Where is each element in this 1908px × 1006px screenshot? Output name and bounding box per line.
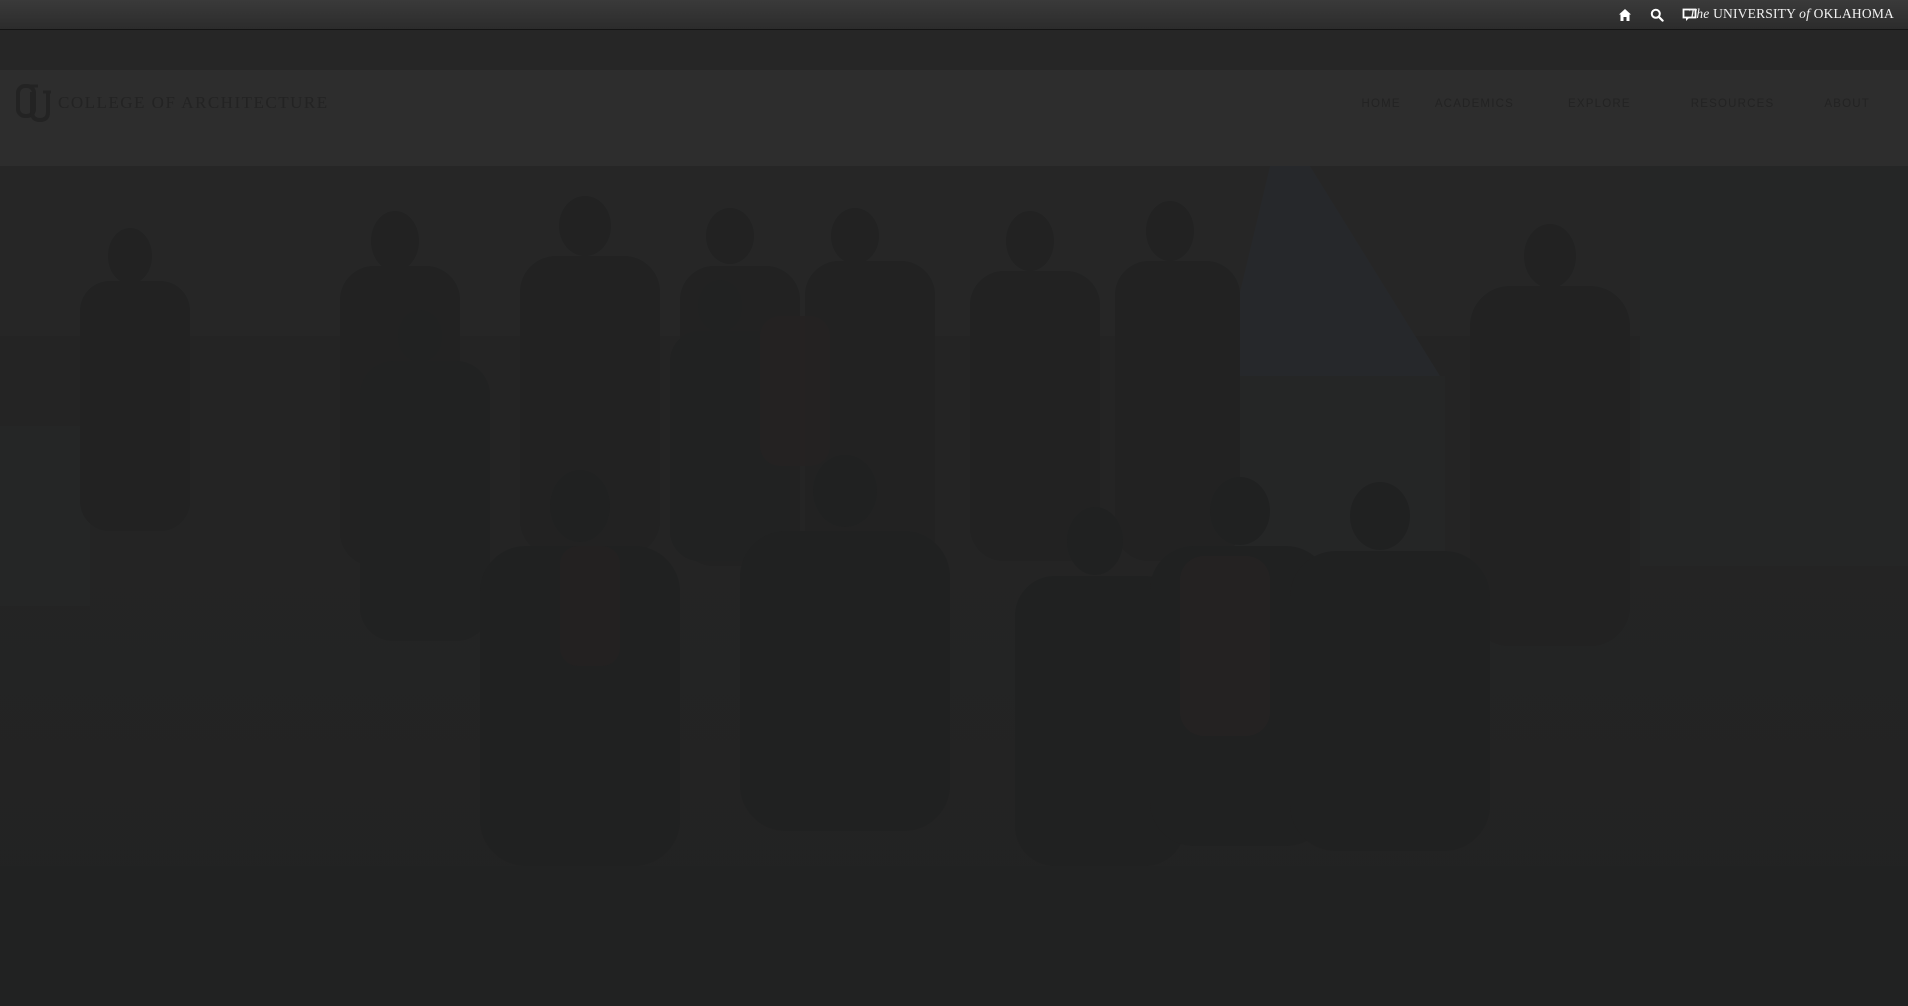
brand-the: The xyxy=(1688,6,1710,21)
home-icon[interactable] xyxy=(1616,6,1634,24)
hero-group-photo xyxy=(0,166,1908,1006)
search-icon[interactable] xyxy=(1648,6,1666,24)
site-title[interactable]: COLLEGE OF ARCHITECTURE xyxy=(58,93,329,113)
university-of-oklahoma-link[interactable]: The UNIVERSITY of OKLAHOMA xyxy=(1689,6,1894,22)
nav-about[interactable]: ABOUT xyxy=(1824,98,1870,110)
site-header: COLLEGE OF ARCHITECTURE HOME ACADEMICS E… xyxy=(0,70,1908,166)
ou-logo-icon[interactable] xyxy=(16,82,52,124)
nav-resources[interactable]: RESOURCES xyxy=(1691,98,1775,110)
nav-home[interactable]: HOME xyxy=(1362,98,1401,110)
utility-icons xyxy=(1616,6,1698,24)
brand-state: OKLAHOMA xyxy=(1813,6,1894,21)
hero-dark-overlay xyxy=(0,166,1908,1006)
utility-bar: The UNIVERSITY of OKLAHOMA xyxy=(0,0,1908,30)
brand-university: UNIVERSITY xyxy=(1713,6,1796,21)
nav-explore[interactable]: EXPLORE xyxy=(1568,98,1631,110)
header-spacer xyxy=(0,30,1908,70)
main-nav: HOME ACADEMICS EXPLORE RESOURCES ABOUT xyxy=(1362,98,1871,110)
brand-of: of xyxy=(1799,6,1811,21)
nav-academics[interactable]: ACADEMICS xyxy=(1435,98,1514,110)
